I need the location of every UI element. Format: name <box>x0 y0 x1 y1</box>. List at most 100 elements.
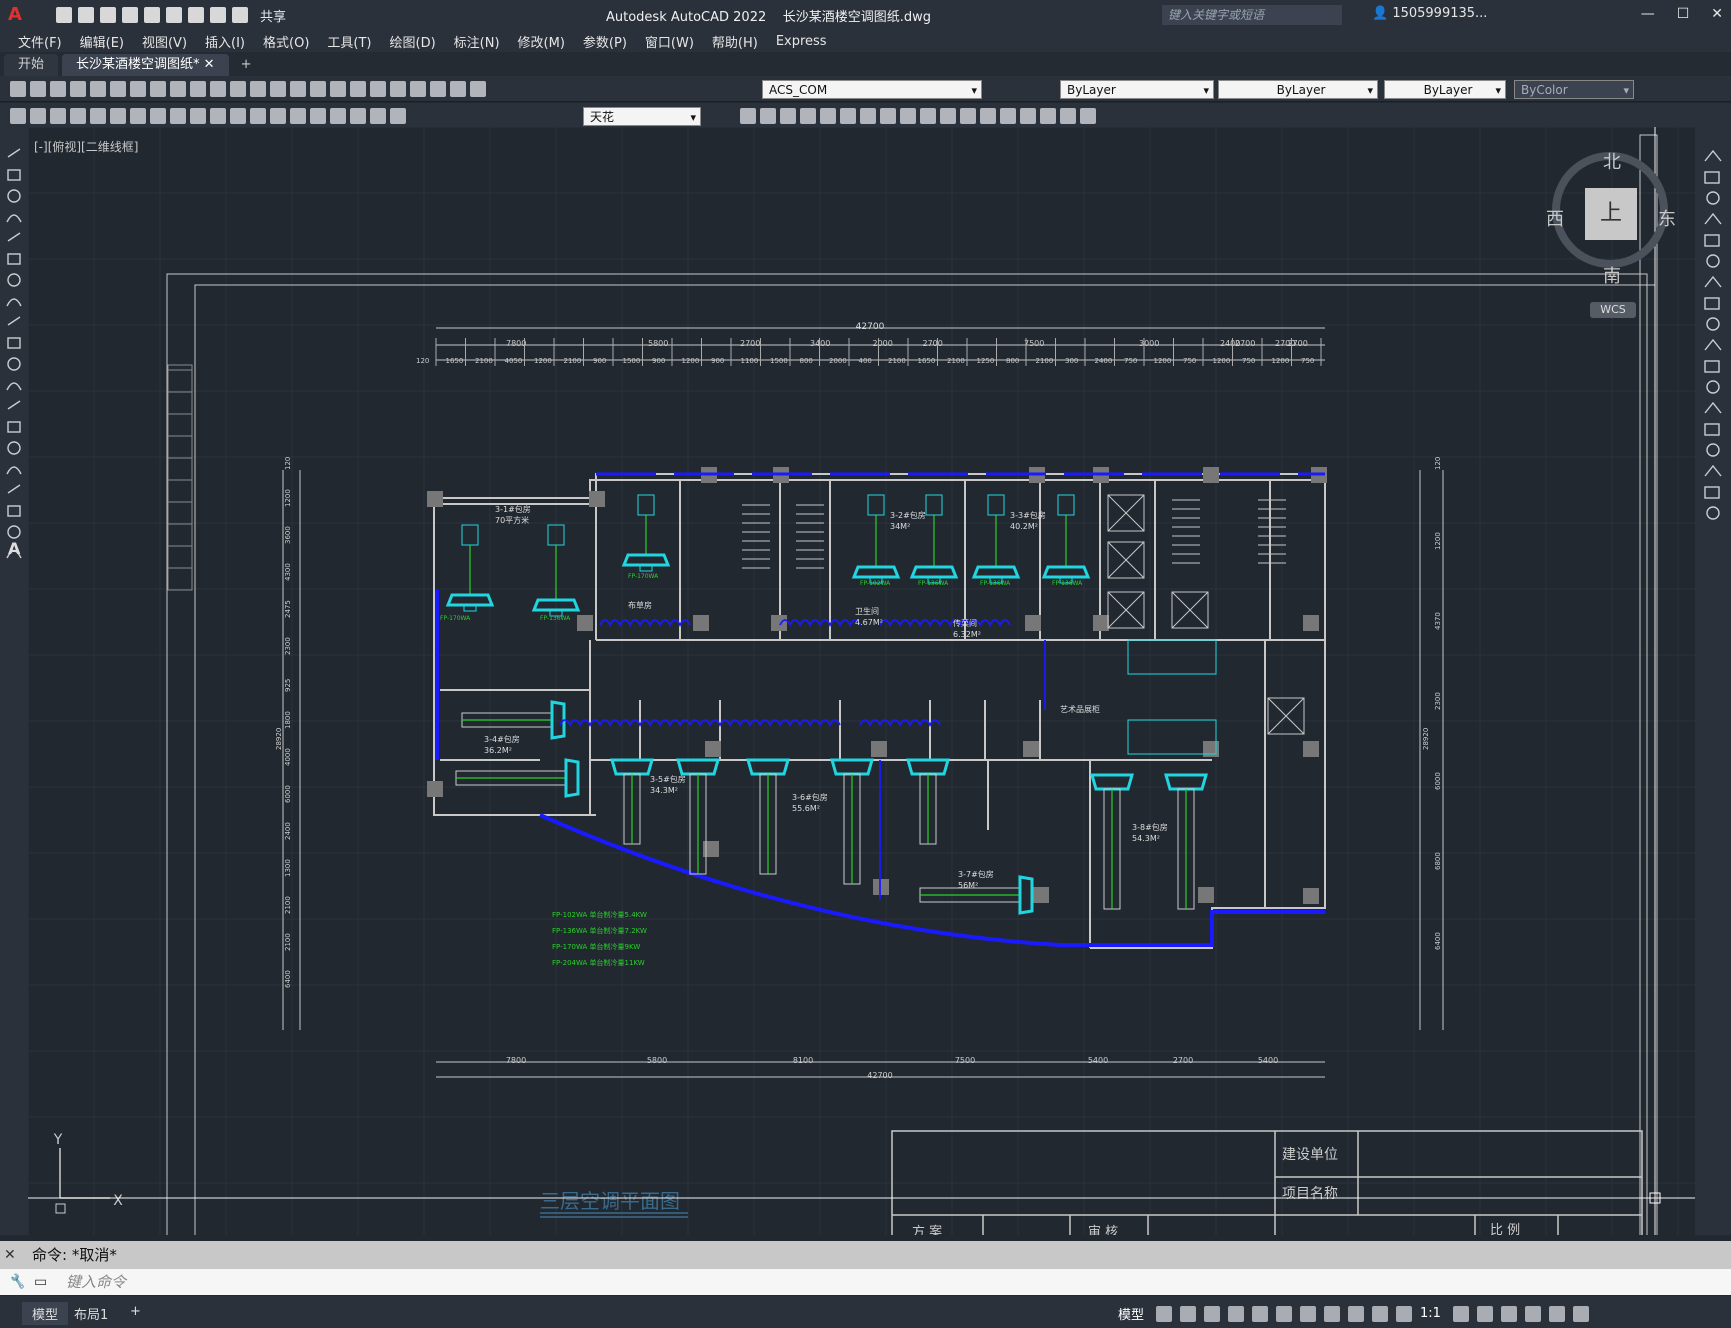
dim-space-icon[interactable] <box>230 108 246 124</box>
tab-start[interactable]: 开始 <box>4 54 59 76</box>
new-tab-button[interactable]: + <box>241 54 252 76</box>
command-menu-icon[interactable]: ▭ <box>34 1269 47 1295</box>
undo-icon[interactable] <box>210 7 226 23</box>
dim-ordinate-icon[interactable] <box>70 108 86 124</box>
block-icon[interactable] <box>1060 108 1076 124</box>
jogged-linear-icon[interactable] <box>330 108 346 124</box>
plotstyle-select[interactable]: ByColor <box>1514 80 1634 99</box>
undo-icon[interactable] <box>210 81 226 97</box>
trim-icon[interactable] <box>920 108 936 124</box>
copy-obj-icon[interactable] <box>760 108 776 124</box>
chamfer-icon[interactable] <box>1000 108 1016 124</box>
menu-item-5[interactable]: 工具(T) <box>327 32 371 51</box>
compass-west[interactable]: 西 <box>1546 205 1564 231</box>
stretch-icon[interactable] <box>900 108 916 124</box>
maximize-icon[interactable]: ☐ <box>1677 6 1690 22</box>
tool-palette-icon[interactable] <box>350 81 366 97</box>
dim-continue-icon[interactable] <box>210 108 226 124</box>
close-icon[interactable]: ✕ <box>1711 6 1723 22</box>
save-web-icon[interactable] <box>166 7 182 23</box>
tab-model[interactable]: 模型 <box>22 1302 69 1325</box>
match-icon[interactable] <box>190 81 206 97</box>
close-cmd-icon[interactable]: ✕ <box>4 1241 16 1269</box>
autocad-logo-icon[interactable]: A <box>8 5 28 25</box>
wcs-menu[interactable]: WCS <box>1590 302 1636 318</box>
dim-baseline-icon[interactable] <box>190 108 206 124</box>
array-icon[interactable] <box>820 108 836 124</box>
compass-south[interactable]: 南 <box>1603 262 1621 288</box>
snap-icon[interactable] <box>1180 1305 1197 1322</box>
extend-icon[interactable] <box>940 108 956 124</box>
dim-diameter-icon[interactable] <box>130 108 146 124</box>
menu-item-12[interactable]: Express <box>776 34 827 49</box>
qnew-icon[interactable] <box>10 81 26 97</box>
menu-item-3[interactable]: 插入(I) <box>205 32 245 51</box>
save-as-icon[interactable] <box>122 7 138 23</box>
qdim-icon[interactable] <box>170 108 186 124</box>
dim-text-edit-icon[interactable] <box>370 108 386 124</box>
annotation-visibility-icon[interactable] <box>1348 1305 1365 1322</box>
bulb-icon[interactable] <box>430 81 446 97</box>
open-icon[interactable] <box>30 81 46 97</box>
zoom-icon[interactable] <box>270 81 286 97</box>
wrench-icon[interactable]: 🔧 <box>8 1269 25 1295</box>
dim-aligned-icon[interactable] <box>30 108 46 124</box>
command-input[interactable]: 🔧 ▭ 键入命令 <box>0 1269 1731 1295</box>
zoom-window-icon[interactable] <box>290 81 306 97</box>
color-select[interactable]: ByLayer <box>1060 80 1214 99</box>
menu-item-4[interactable]: 格式(O) <box>263 32 309 51</box>
tolerance-icon[interactable] <box>270 108 286 124</box>
close-tab-icon[interactable]: ✕ <box>204 57 215 72</box>
search-input[interactable]: 键入关键字或短语 <box>1162 5 1342 25</box>
minimize-icon[interactable]: — <box>1641 6 1655 22</box>
save-icon[interactable] <box>50 81 66 97</box>
fillet-icon[interactable] <box>1020 108 1036 124</box>
dim-radius-icon[interactable] <box>90 108 106 124</box>
mirror-icon[interactable] <box>780 108 796 124</box>
join-icon[interactable] <box>980 108 996 124</box>
menu-item-6[interactable]: 绘图(D) <box>390 32 436 51</box>
hardware-accel-icon[interactable] <box>1524 1305 1541 1322</box>
menu-item-7[interactable]: 标注(N) <box>454 32 500 51</box>
viewcube-top[interactable]: 上 <box>1585 188 1637 240</box>
properties-icon[interactable] <box>310 81 326 97</box>
ortho-icon[interactable] <box>1204 1305 1221 1322</box>
osnap-icon[interactable] <box>1300 1305 1317 1322</box>
scale-button[interactable]: 1:1 <box>1420 1306 1441 1321</box>
help-icon[interactable] <box>390 81 406 97</box>
insert-icon[interactable] <box>1080 108 1096 124</box>
dim-break-icon[interactable] <box>250 108 266 124</box>
dim-angular-icon[interactable] <box>150 108 166 124</box>
copy-icon[interactable] <box>150 81 166 97</box>
break-icon[interactable] <box>960 108 976 124</box>
otrack-icon[interactable] <box>1276 1305 1293 1322</box>
plot-icon[interactable] <box>188 7 204 23</box>
explode-icon[interactable] <box>1040 108 1056 124</box>
dim-update-icon[interactable] <box>390 108 406 124</box>
compass-north[interactable]: 北 <box>1603 148 1621 174</box>
compass-east[interactable]: 东 <box>1658 205 1676 231</box>
save-icon[interactable] <box>100 7 116 23</box>
lock-icon[interactable] <box>470 81 486 97</box>
annotation-scale-icon[interactable] <box>1396 1305 1413 1322</box>
preview-icon[interactable] <box>90 81 106 97</box>
drawing-canvas[interactable]: 42700 7800 5800 2700 3400 2000 2700 7500 3000 240… <box>28 127 1695 1235</box>
viewport-label[interactable]: [-][俯视][二维线框] <box>34 138 138 155</box>
erase-icon[interactable] <box>740 108 756 124</box>
publish-icon[interactable] <box>110 81 126 97</box>
lineweight-icon[interactable] <box>1324 1305 1341 1322</box>
lineweight-select[interactable]: ByLayer <box>1384 80 1506 99</box>
center-mark-icon[interactable] <box>290 108 306 124</box>
redo-icon[interactable] <box>232 7 248 23</box>
dim-edit-icon[interactable] <box>350 108 366 124</box>
cut-icon[interactable] <box>130 81 146 97</box>
menu-item-10[interactable]: 窗口(W) <box>645 32 694 51</box>
add-layout-button[interactable]: + <box>120 1302 151 1321</box>
sun-icon[interactable] <box>450 81 466 97</box>
menu-item-0[interactable]: 文件(F) <box>18 32 62 51</box>
redo-icon[interactable] <box>230 81 246 97</box>
grid-icon[interactable] <box>1156 1305 1173 1322</box>
menu-item-11[interactable]: 帮助(H) <box>712 32 758 51</box>
paste-icon[interactable] <box>170 81 186 97</box>
text-tool-icon[interactable]: A <box>8 539 20 558</box>
